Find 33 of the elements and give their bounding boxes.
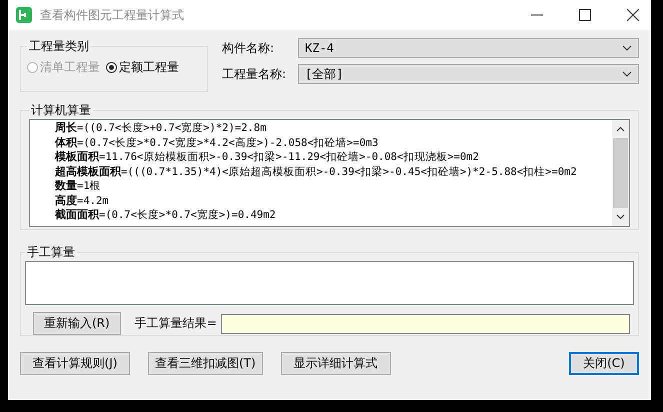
formula-line: 数量=1根 <box>55 179 102 194</box>
group-title: 手工算量 <box>26 244 76 261</box>
formula-line: 模板面积=11.76<原始模板面积>-0.39<扣梁>-11.29<扣砼墙>-0.08<扣现浇板>=0m2 <box>55 150 480 164</box>
dropdown-field[interactable]: KZ-4 <box>298 38 639 58</box>
dialog-button[interactable]: 查看计算规则(J) <box>20 352 130 375</box>
dialog-button[interactable]: 显示详细计算式 <box>280 352 391 375</box>
reset-button[interactable]: 重新输入(R) <box>33 312 121 335</box>
chevron-down-icon[interactable] <box>616 214 625 220</box>
formula-line: 截面面积=(0.7<长度>*0.7<宽度>)=0.49m2 <box>55 208 277 222</box>
chevron-down-icon <box>622 45 632 51</box>
result-field[interactable] <box>220 314 630 334</box>
formula-line: 超高模板面积=(((0.7*1.35)*4)<原始超高模板面积>-0.39<扣梁>-0.45<扣砼墙>)*2-5.88<扣柱>=0m2 <box>55 164 578 179</box>
radio-option[interactable]: 定额工程量 <box>106 59 179 76</box>
formula-input-field[interactable] <box>25 261 634 305</box>
dialog-button[interactable]: 关闭(C) <box>569 352 639 375</box>
formula-line: 高度=4.2m <box>55 194 110 208</box>
group-title: 工程量类别 <box>28 38 90 55</box>
maximize-icon[interactable] <box>579 9 591 21</box>
dropdown-field[interactable]: [全部] <box>298 64 639 84</box>
app-logo-icon <box>16 7 32 23</box>
scrollbar[interactable] <box>612 120 629 226</box>
dialog-button[interactable]: 查看三维扣减图(T) <box>148 352 263 375</box>
chevron-down-icon <box>622 71 632 77</box>
window-title: 查看构件图元工程量计算式 <box>40 6 184 24</box>
field-label: 工程量名称: <box>222 66 288 82</box>
chevron-up-icon[interactable] <box>616 126 625 132</box>
formula-line: 体积=(0.7<长度>*0.7<宽度>*4.2<高度>)-2.058<扣砼墙>=0m3 <box>55 136 380 150</box>
result-label: 手工算量结果= <box>134 315 217 332</box>
field-label: 构件名称: <box>222 40 276 56</box>
formula-line: 周长=((0.7<长度>+0.7<宽度>)*2)=2.8m <box>55 121 268 136</box>
group-title: 计算机算量 <box>30 102 92 119</box>
scrollbar-thumb[interactable] <box>613 138 628 208</box>
close-icon[interactable] <box>627 9 639 21</box>
